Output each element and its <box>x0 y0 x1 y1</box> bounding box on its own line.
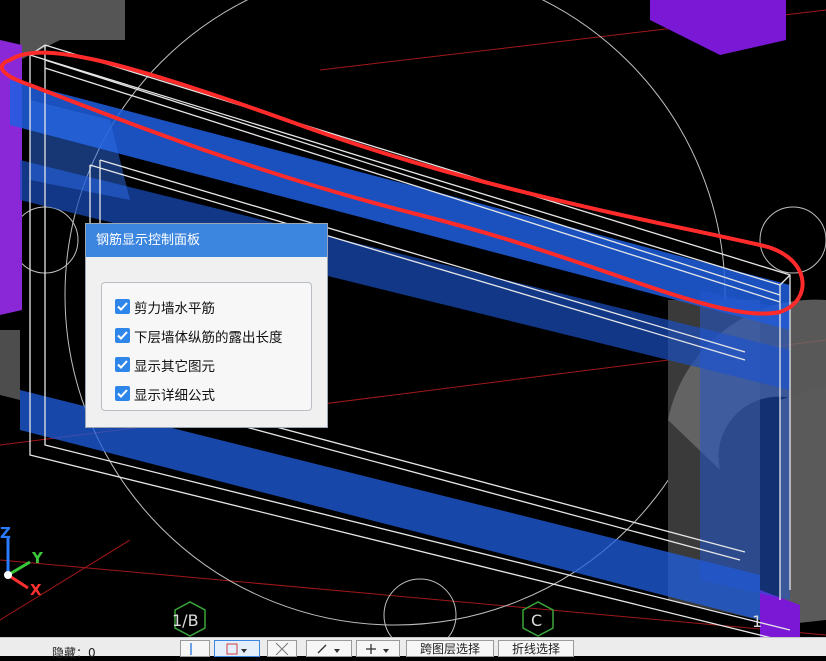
grid-label-1b: 1/B <box>172 611 199 630</box>
angle-icon <box>317 644 340 654</box>
y-axis-label: Y <box>32 549 43 567</box>
option-show-detailed-formula[interactable]: 显示详细公式 <box>102 379 311 408</box>
option-label: 下层墙体纵筋的露出长度 <box>134 329 283 346</box>
cross-layer-select-button[interactable]: 跨图层选择 <box>406 640 494 657</box>
box-select-icon <box>226 643 247 655</box>
angle-tool-button[interactable] <box>306 640 352 657</box>
plus-icon <box>366 644 389 654</box>
option-lower-wall-rebar-exposed-length[interactable]: 下层墙体纵筋的露出长度 <box>102 321 311 350</box>
checkbox-checked-icon[interactable] <box>115 357 130 372</box>
option-group: 剪力墙水平筋 下层墙体纵筋的露出长度 显示其它图元 显示详细公式 <box>101 282 312 411</box>
cross-icon <box>275 642 289 656</box>
cross-select-button[interactable] <box>267 640 297 657</box>
checkbox-checked-icon[interactable] <box>115 386 130 401</box>
axis-line <box>0 539 131 621</box>
plus-tool-button[interactable] <box>356 640 400 657</box>
option-label: 显示详细公式 <box>134 387 215 404</box>
panel-title: 钢筋显示控制面板 <box>86 224 327 257</box>
option-label: 剪力墙水平筋 <box>134 300 215 317</box>
status-bar: 隐藏：0 跨图层选择 折线选择 <box>0 637 826 660</box>
cursor-icon <box>190 643 192 655</box>
checkbox-checked-icon[interactable] <box>115 328 130 343</box>
x-axis-label: X <box>30 581 42 599</box>
select-mode-button[interactable] <box>180 640 210 657</box>
box-select-button[interactable] <box>214 640 260 657</box>
option-show-other-elements[interactable]: 显示其它图元 <box>102 350 311 379</box>
grid-label-c: C <box>531 611 543 630</box>
checkbox-checked-icon[interactable] <box>115 299 130 314</box>
wall-block <box>0 330 20 400</box>
axis-origin <box>4 571 12 579</box>
grid-label-1: 1 <box>752 612 763 631</box>
hidden-count: 隐藏：0 <box>52 646 96 660</box>
option-label: 显示其它图元 <box>134 358 215 375</box>
z-axis-label: Z <box>0 524 11 542</box>
purple-column <box>650 0 786 55</box>
polyline-select-button[interactable]: 折线选择 <box>498 640 574 657</box>
rebar-display-control-panel: 钢筋显示控制面板 剪力墙水平筋 下层墙体纵筋的露出长度 显示其它图元 显示详细公… <box>85 223 328 428</box>
option-shear-wall-horizontal-rebar[interactable]: 剪力墙水平筋 <box>102 292 311 321</box>
